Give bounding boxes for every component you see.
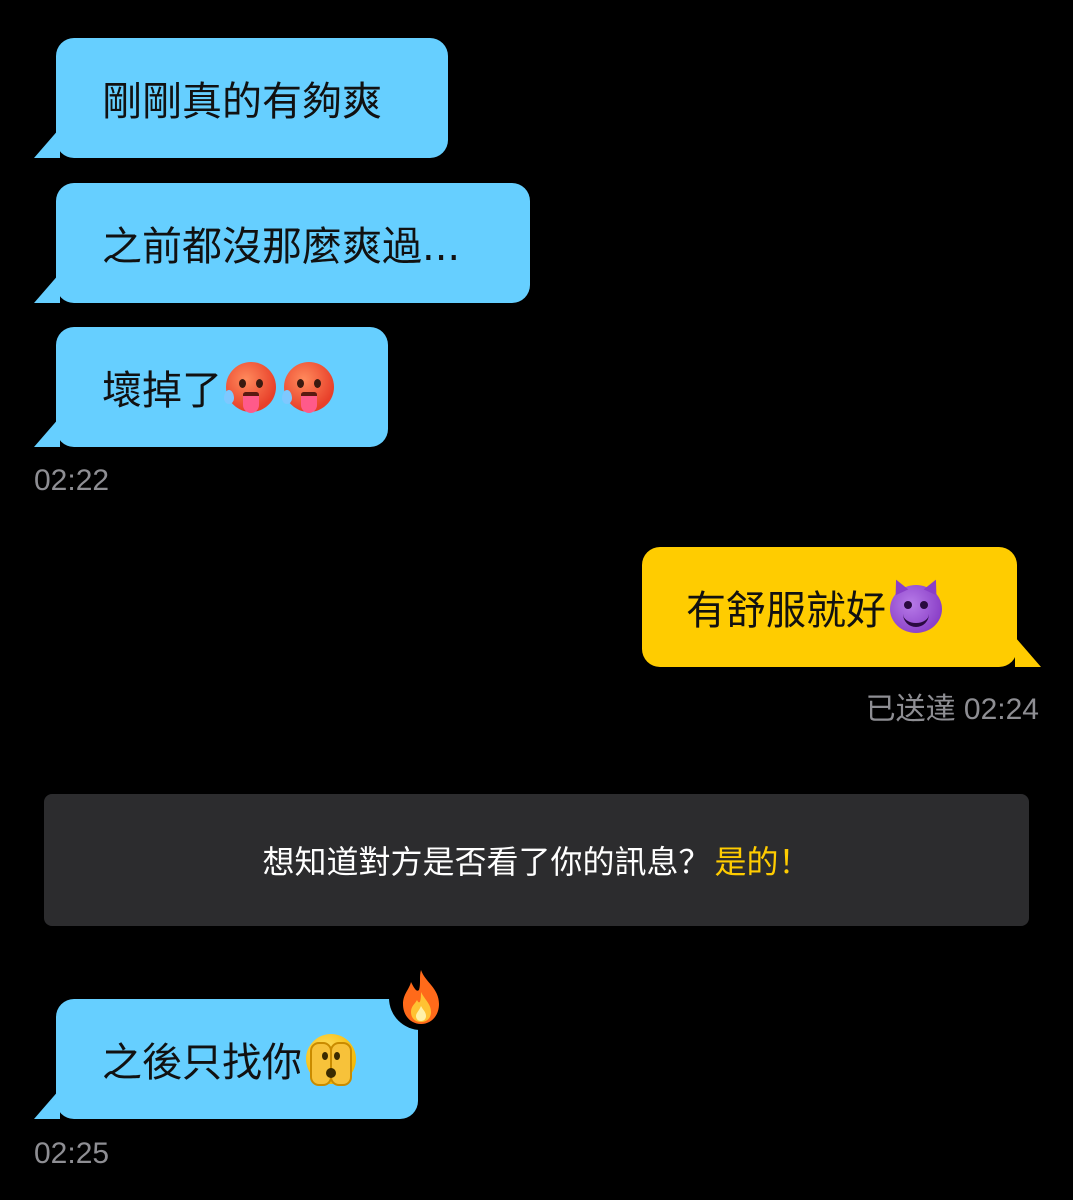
message-bubble-incoming[interactable]: 剛剛真的有夠爽	[56, 38, 448, 158]
fire-icon	[403, 970, 439, 1024]
bubble-tail	[34, 128, 60, 158]
message-text: 壞掉了	[102, 368, 222, 414]
bubble-tail	[34, 417, 60, 447]
read-receipt-promo-banner[interactable]: 想知道對方是否看了你的訊息？ 是的！	[44, 794, 1029, 926]
message-timestamp: 02:25	[34, 1137, 110, 1170]
message-text: 有舒服就好	[686, 588, 886, 634]
delivery-status: 已送達 02:24	[865, 693, 1039, 726]
message-text: 之前都沒那麼爽過...	[102, 224, 461, 270]
banner-answer-link[interactable]: 是的！	[715, 837, 811, 883]
message-bubble-incoming[interactable]: 壞掉了	[56, 327, 388, 447]
face-with-peeking-eye-icon	[306, 1034, 356, 1086]
message-bubble-incoming[interactable]: 之前都沒那麼爽過...	[56, 183, 530, 303]
banner-question: 想知道對方是否看了你的訊息？	[262, 843, 711, 881]
smiling-devil-icon	[889, 576, 943, 633]
message-text: 剛剛真的有夠爽	[102, 79, 382, 125]
bubble-tail	[1015, 637, 1041, 667]
message-bubble-outgoing[interactable]: 有舒服就好	[642, 547, 1017, 667]
message-bubble-incoming[interactable]: 之後只找你	[56, 999, 418, 1119]
hot-face-icon	[224, 362, 276, 413]
message-timestamp: 02:22	[34, 464, 110, 497]
bubble-tail	[34, 1089, 60, 1119]
fire-reaction-icon[interactable]	[389, 966, 453, 1030]
hot-face-icon	[282, 362, 334, 413]
bubble-tail	[34, 273, 60, 303]
message-text: 之後只找你	[102, 1040, 302, 1086]
